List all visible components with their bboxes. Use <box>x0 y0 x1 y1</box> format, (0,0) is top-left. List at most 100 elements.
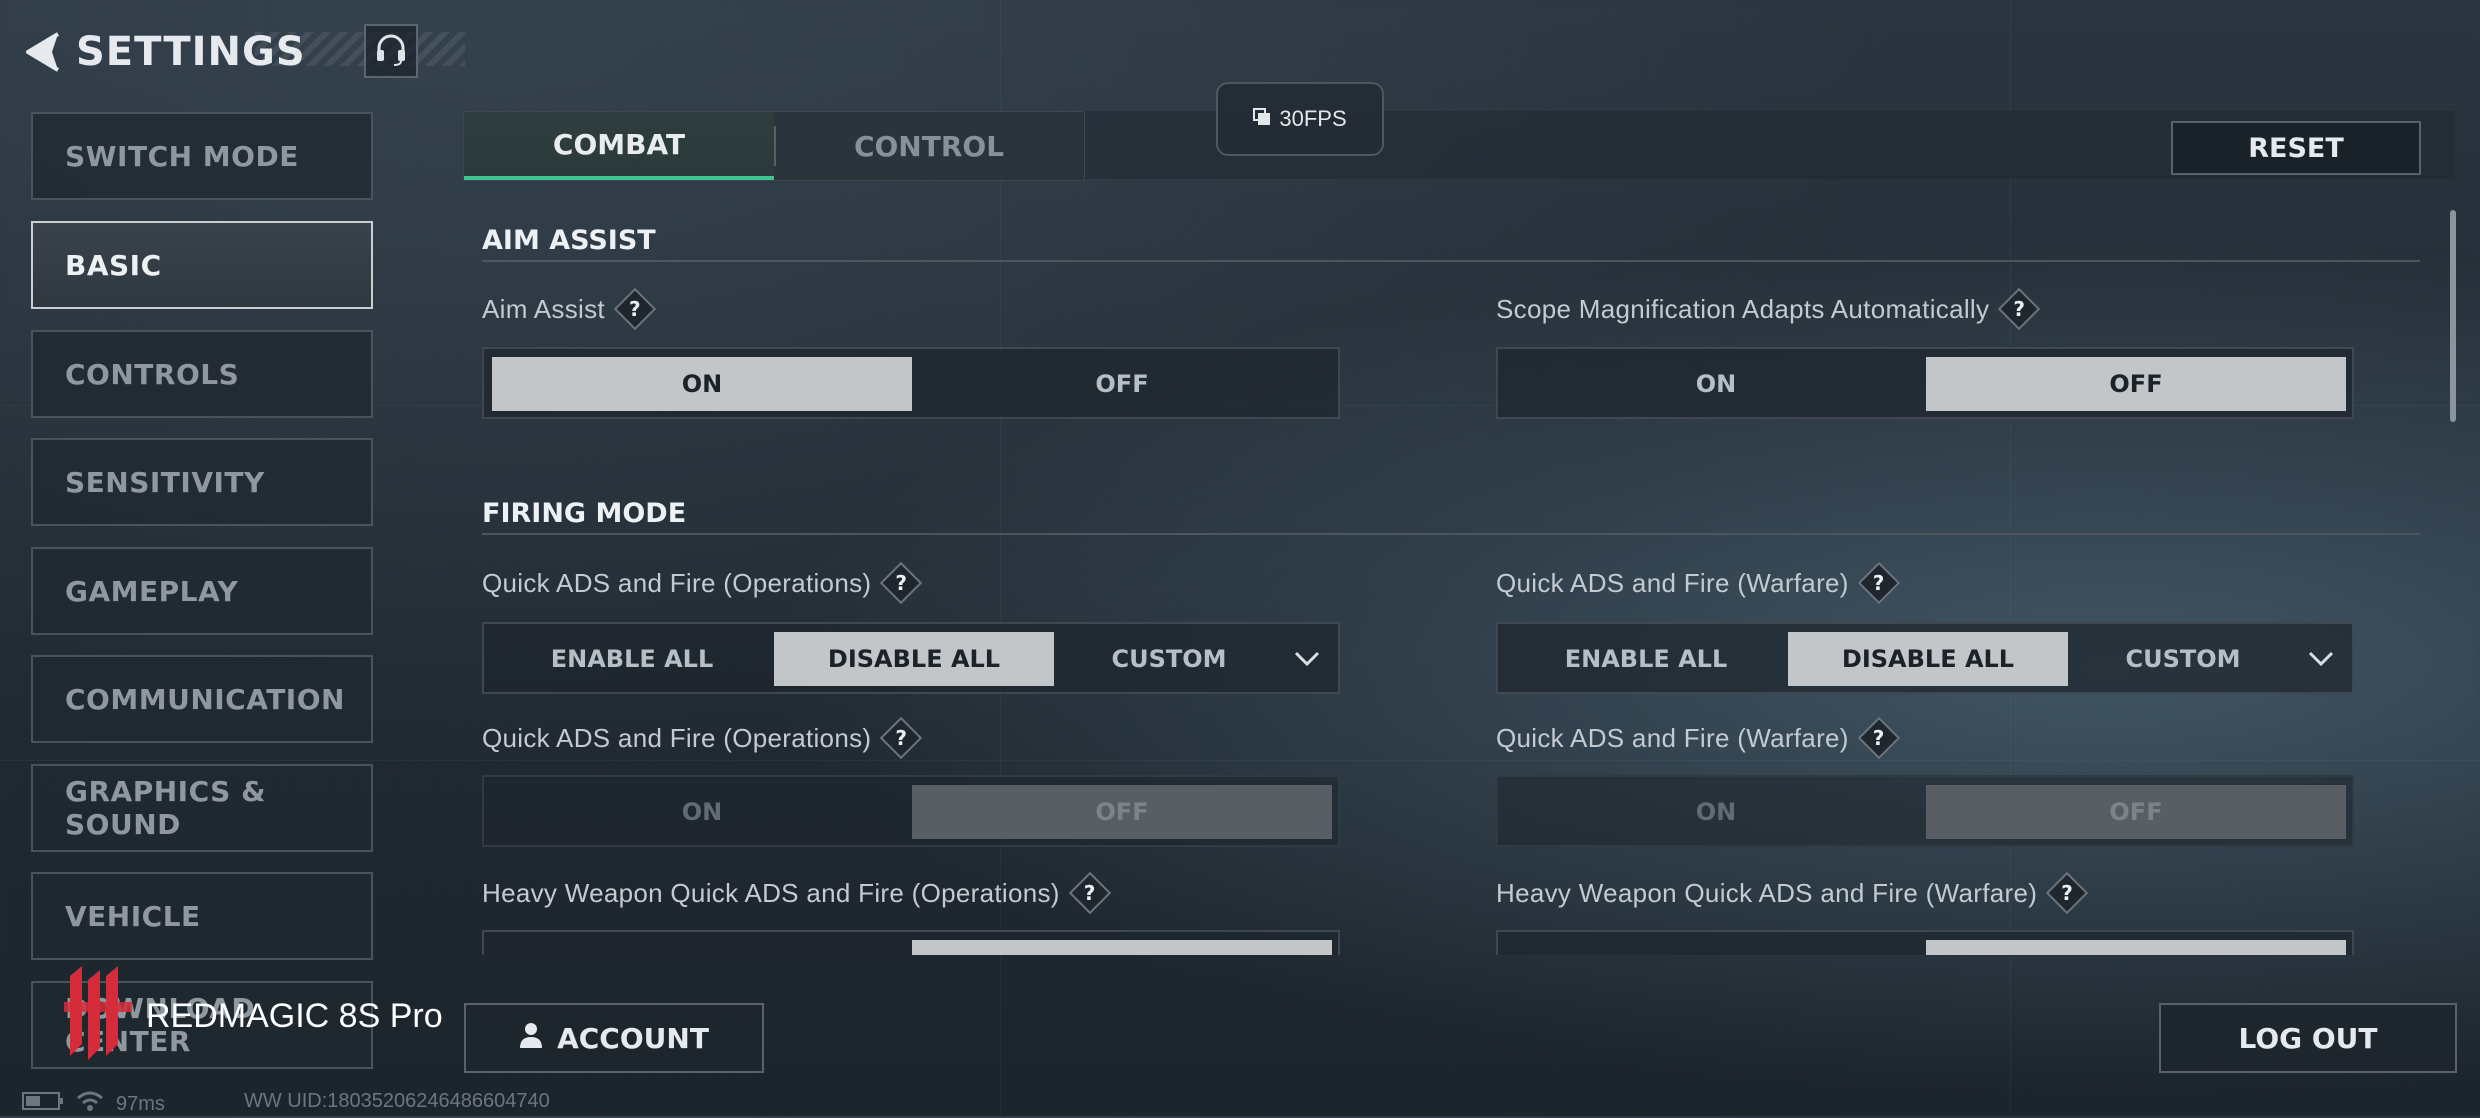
sidebar-item-label: CONTROLS <box>65 357 240 391</box>
chevron-down-icon[interactable] <box>2304 642 2338 676</box>
option-disable-all[interactable]: DISABLE ALL <box>1788 632 2068 686</box>
option-enable-all[interactable]: ENABLE ALL <box>492 632 772 686</box>
sidebar-item-vehicle[interactable]: VEHICLE <box>31 872 373 960</box>
section-divider <box>482 533 2420 535</box>
quick-ads-operations-toggle: ON OFF <box>482 775 1340 847</box>
section-title-aim-assist: AIM ASSIST <box>482 225 656 256</box>
option-on: ON <box>681 798 723 826</box>
reset-button[interactable]: RESET <box>2171 121 2421 175</box>
option-off: OFF <box>912 785 1332 839</box>
logout-button[interactable]: LOG OUT <box>2159 1003 2457 1073</box>
title-decoration <box>255 32 465 66</box>
setting-label-text: Quick ADS and Fire (Warfare) <box>1496 567 1849 598</box>
sidebar-item-controls[interactable]: CONTROLS <box>31 330 373 418</box>
help-icon[interactable]: ? <box>885 567 917 599</box>
device-watermark: REDMAGIC 8S Pro <box>62 966 443 1067</box>
setting-label: Quick ADS and Fire (Warfare) ? <box>1496 722 1895 754</box>
help-icon[interactable]: ? <box>2051 877 2083 909</box>
help-icon[interactable]: ? <box>1074 877 1106 909</box>
quick-ads-operations-selector: ENABLE ALL DISABLE ALL CUSTOM <box>482 622 1340 694</box>
uid-text: WW UID:18035206246486604740 <box>244 1090 550 1112</box>
battery-icon <box>22 1092 64 1116</box>
setting-label-text: Heavy Weapon Quick ADS and Fire (Warfare… <box>1496 877 2038 908</box>
help-icon[interactable]: ? <box>1863 567 1895 599</box>
ping-value: 97ms <box>116 1092 165 1115</box>
section-title-firing-mode: FIRING MODE <box>482 498 687 529</box>
account-button[interactable]: ACCOUNT <box>464 1003 764 1073</box>
setting-label: Heavy Weapon Quick ADS and Fire (Warfare… <box>1496 877 2083 909</box>
option-on[interactable]: ON <box>1506 357 1926 411</box>
sidebar-item-label: SENSITIVITY <box>65 465 265 499</box>
help-glyph: ? <box>1872 571 1885 595</box>
option-off[interactable]: OFF <box>912 940 1332 955</box>
setting-label-text: Quick ADS and Fire (Operations) <box>482 567 872 598</box>
heavy-weapon-warfare-toggle: ON OFF <box>1496 930 2354 955</box>
sidebar-item-basic[interactable]: BASIC <box>31 221 373 309</box>
option-off[interactable]: OFF <box>1926 357 2346 411</box>
chevron-down-icon[interactable] <box>1290 642 1324 676</box>
headset-icon <box>374 32 408 71</box>
device-name: REDMAGIC 8S Pro <box>146 997 443 1035</box>
setting-label-text: Quick ADS and Fire (Operations) <box>482 722 872 753</box>
heavy-weapon-operations-toggle: ON OFF <box>482 930 1340 955</box>
option-on: ON <box>1695 798 1737 826</box>
sidebar-item-label: SWITCH MODE <box>65 139 299 173</box>
setting-label-text: Quick ADS and Fire (Warfare) <box>1496 722 1849 753</box>
sidebar-item-label: GRAPHICS & SOUND <box>65 775 266 841</box>
setting-label-text: Scope Magnification Adapts Automatically <box>1496 293 1990 324</box>
sidebar-item-gameplay[interactable]: GAMEPLAY <box>31 547 373 635</box>
option-enable-all[interactable]: ENABLE ALL <box>1506 632 1786 686</box>
wifi-icon <box>76 1090 104 1118</box>
tab-combat[interactable]: COMBAT <box>464 112 774 180</box>
tab-bar: COMBAT CONTROL <box>463 111 1085 181</box>
option-custom[interactable]: CUSTOM <box>2070 632 2296 686</box>
help-glyph: ? <box>895 571 908 595</box>
setting-label: Quick ADS and Fire (Warfare) ? <box>1496 567 1895 599</box>
bg-grid-line <box>0 760 2480 761</box>
sidebar-item-label: GAMEPLAY <box>65 574 239 608</box>
option-on[interactable]: ON <box>492 357 912 411</box>
option-disable-all[interactable]: DISABLE ALL <box>774 632 1054 686</box>
sidebar-item-label: COMMUNICATION <box>65 682 345 716</box>
setting-label: Quick ADS and Fire (Operations) ? <box>482 722 917 754</box>
sidebar-item-label: VEHICLE <box>65 899 201 933</box>
scrollbar[interactable] <box>2450 210 2456 422</box>
redmagic-logo-icon <box>62 966 134 1067</box>
user-icon <box>519 1021 543 1056</box>
sidebar-item-sensitivity[interactable]: SENSITIVITY <box>31 438 373 526</box>
help-icon[interactable]: ? <box>885 722 917 754</box>
setting-label-text: Heavy Weapon Quick ADS and Fire (Operati… <box>482 877 1060 908</box>
sidebar-item-switch-mode[interactable]: SWITCH MODE <box>31 112 373 200</box>
status-bar: 97ms <box>22 1090 165 1118</box>
fps-icon <box>1253 106 1271 132</box>
sidebar-item-communication[interactable]: COMMUNICATION <box>31 655 373 743</box>
scope-magnification-toggle: ON OFF <box>1496 347 2354 419</box>
fps-value: 30FPS <box>1279 106 1347 131</box>
headset-button[interactable] <box>364 24 418 78</box>
scroll-clip-region: ON OFF ON OFF <box>460 930 2450 955</box>
sidebar-item-label: BASIC <box>65 248 162 282</box>
option-on[interactable]: ON <box>492 940 912 955</box>
help-icon[interactable]: ? <box>1863 722 1895 754</box>
option-off[interactable]: OFF <box>912 357 1332 411</box>
help-icon[interactable]: ? <box>2003 293 2035 325</box>
section-divider <box>482 260 2420 262</box>
account-label: ACCOUNT <box>557 1021 709 1055</box>
setting-label-text: Aim Assist <box>482 293 605 324</box>
setting-label: Aim Assist ? <box>482 293 651 325</box>
sidebar-item-graphics-sound[interactable]: GRAPHICS & SOUND <box>31 764 373 852</box>
quick-ads-warfare-toggle: ON OFF <box>1496 775 2354 847</box>
help-icon[interactable]: ? <box>619 293 651 325</box>
option-custom[interactable]: CUSTOM <box>1056 632 1282 686</box>
setting-label: Scope Magnification Adapts Automatically… <box>1496 293 2035 325</box>
aim-assist-toggle: ON OFF <box>482 347 1340 419</box>
setting-label: Quick ADS and Fire (Operations) ? <box>482 567 917 599</box>
option-off[interactable]: OFF <box>1926 940 2346 955</box>
help-glyph: ? <box>628 297 641 321</box>
option-on[interactable]: ON <box>1506 940 1926 955</box>
help-glyph: ? <box>1872 726 1885 750</box>
back-arrow-icon[interactable] <box>22 28 62 76</box>
help-glyph: ? <box>2013 297 2026 321</box>
tab-control[interactable]: CONTROL <box>774 112 1084 180</box>
help-glyph: ? <box>895 726 908 750</box>
